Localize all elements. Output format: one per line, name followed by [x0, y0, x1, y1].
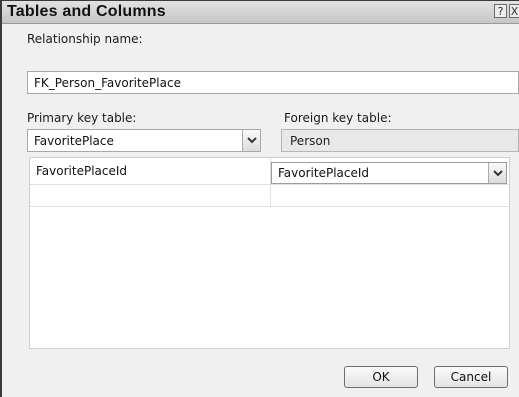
grid-cell-primary-0[interactable]: FavoritePlaceId: [36, 158, 268, 184]
grid-cell-primary-1[interactable]: [36, 186, 268, 208]
primary-key-dropdown-button[interactable]: [242, 130, 260, 151]
primary-column-value: FavoritePlaceId: [36, 164, 128, 178]
grid-divider: [30, 206, 509, 207]
primary-key-table-select[interactable]: FavoritePlace: [27, 129, 261, 152]
grid-divider: [270, 158, 271, 206]
dialog-window: Tables and Columns ? X Relationship name…: [0, 0, 519, 397]
chevron-down-icon: [246, 137, 257, 144]
grid-cell-foreign-1[interactable]: [276, 186, 508, 208]
foreign-key-table-value: Person: [290, 133, 331, 148]
primary-key-table-label: Primary key table:: [27, 111, 137, 125]
cancel-button[interactable]: Cancel: [434, 366, 508, 388]
foreign-column-value: FavoritePlaceId: [278, 166, 370, 180]
foreign-key-table-label: Foreign key table:: [284, 111, 392, 125]
relationship-name-value: FK_Person_FavoritePlace: [34, 75, 181, 90]
foreign-column-dropdown-button[interactable]: [488, 163, 506, 183]
foreign-column-select[interactable]: FavoritePlaceId: [271, 162, 507, 184]
help-button[interactable]: ?: [494, 4, 507, 18]
primary-key-table-value: FavoritePlace: [34, 133, 114, 148]
title-bar[interactable]: Tables and Columns ? X: [2, 1, 519, 24]
ok-button[interactable]: OK: [344, 366, 418, 388]
relationship-name-label: Relationship name:: [27, 32, 143, 46]
dialog-title: Tables and Columns: [7, 3, 166, 20]
chevron-down-icon: [492, 169, 503, 176]
columns-grid: FavoritePlaceId FavoritePlaceId: [29, 157, 510, 349]
foreign-key-table-field: Person: [281, 129, 519, 152]
close-button[interactable]: X: [509, 4, 519, 18]
relationship-name-input[interactable]: FK_Person_FavoritePlace: [27, 71, 519, 94]
